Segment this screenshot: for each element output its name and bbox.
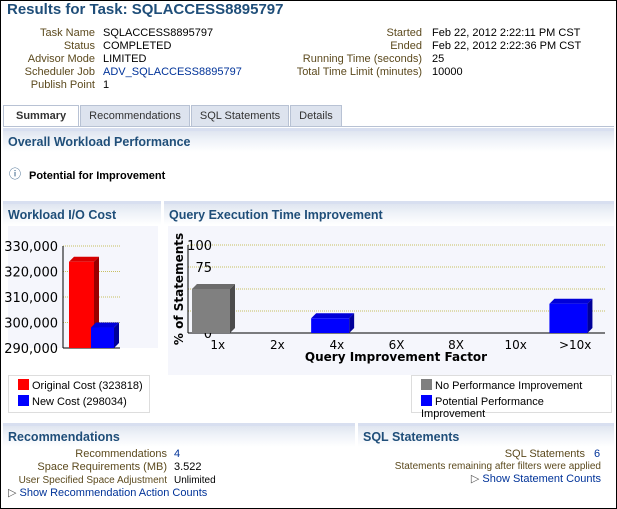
show-recommendation-counts-link[interactable]: ▷ Show Recommendation Action Counts [8,486,207,499]
bar-original-cost-top [69,256,99,262]
bar->10x-top [549,298,593,304]
sql-statements-label: SQL Statements [504,448,585,460]
y-tick-label: 100 [187,239,212,254]
legend-potential-improvement: Potential Performance Improvement [421,395,611,420]
bar-4x [311,318,350,333]
y-tick-label: 330,000 [4,240,58,255]
legend-label: New Cost (298034) [32,396,127,408]
recommendations-header: Recommendations [3,423,355,447]
bar-original-cost [69,261,94,348]
bar-4x-top [311,313,355,319]
bar-1x [192,289,230,333]
bar->10x-side [587,298,593,333]
y-axis-title: % of Statements [172,233,186,345]
y-tick-label: 75 [195,261,212,276]
bar-new-cost [91,327,114,348]
query-time-legend: No Performance Improvement Potential Per… [411,375,612,420]
legend-original-cost: Original Cost (323818) [18,379,149,392]
x-axis-title: Query Improvement Factor [305,350,487,364]
x-tick-label: >10x [559,338,591,352]
recommendations-label: Recommendations [75,448,167,460]
legend-label: No Performance Improvement [435,380,583,392]
y-tick-label: 300,000 [4,317,58,332]
disclosure-triangle-icon: ▷ [8,487,17,499]
x-tick-label: 1x [210,338,225,352]
show-statement-counts-link[interactable]: ▷ Show Statement Counts [470,472,601,485]
space-requirements-label: Space Requirements (MB) [37,461,167,473]
io-cost-legend: Original Cost (323818) New Cost (298034) [8,375,150,413]
x-tick-label: 2x [270,338,285,352]
space-requirements-value: 3.522 [174,461,202,473]
space-adjustment-value: Unlimited [174,475,216,486]
y-tick-label: 290,000 [4,342,58,357]
y-tick-label: 320,000 [4,266,58,281]
bar-1x-side [230,284,235,333]
gray-swatch [421,379,432,390]
blue-swatch [421,395,432,406]
sql-statements-count-link[interactable]: 6 [594,448,600,460]
recommendations-count-link[interactable]: 4 [174,448,180,460]
bar-1x-top [192,284,235,289]
disclosure-triangle-icon: ▷ [470,473,480,485]
blue-swatch [18,395,29,406]
legend-label: Original Cost (323818) [32,380,143,392]
red-swatch [18,379,29,390]
statements-note: Statements remaining after filters were … [394,461,601,472]
bar->10x [549,303,588,333]
legend-no-improvement: No Performance Improvement [421,379,611,392]
legend-label: Potential Performance Improvement [421,396,544,420]
sql-statements-header: SQL Statements [358,423,614,447]
link-label: Show Recommendation Action Counts [19,487,208,499]
legend-new-cost: New Cost (298034) [18,395,149,408]
y-tick-label: 310,000 [4,291,58,306]
link-label: Show Statement Counts [482,473,601,485]
x-tick-label: 10x [504,338,526,352]
space-adjustment-label: User Specified Space Adjustment [18,475,167,486]
